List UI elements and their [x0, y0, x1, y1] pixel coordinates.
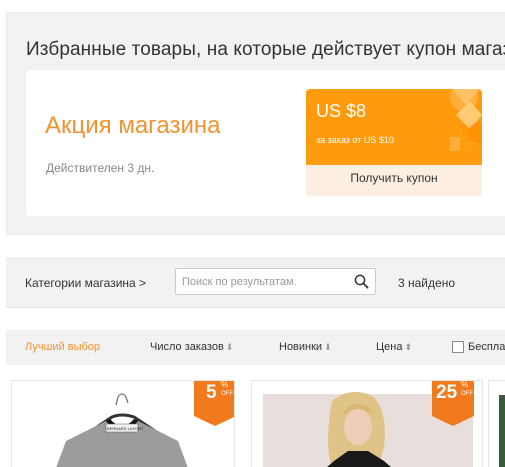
product-card[interactable] — [488, 380, 505, 467]
sort-down-icon: ⬇ — [324, 342, 332, 352]
promo-card: Акция магазина Действителен 3 дн. US $8 … — [26, 70, 505, 216]
sort-down-icon: ⬇ — [225, 342, 234, 352]
store-categories-link[interactable]: Категории магазина > — [25, 276, 146, 290]
discount-value: 25 — [436, 382, 458, 403]
store-search-bar: Категории магазина > 3 найдено — [6, 258, 505, 308]
results-count: 3 найдено — [398, 276, 455, 290]
banner-title: Избранные товары, на которые действует к… — [26, 39, 505, 60]
product-card[interactable]: 25 % OFF — [251, 380, 483, 467]
sort-label: Лучший выбор — [25, 341, 101, 353]
discount-off: OFF — [221, 391, 233, 397]
store-coupon-banner: Избранные товары, на которые действует к… — [6, 12, 505, 235]
discount-value: 5 — [206, 382, 217, 403]
search-box[interactable] — [175, 268, 376, 295]
sort-label: Число заказов — [150, 341, 224, 353]
discount-badge: 5 % OFF — [194, 380, 234, 426]
coupon-decoration-icon — [450, 89, 482, 151]
sort-label: Новинки — [279, 341, 323, 353]
sort-best-match[interactable]: Лучший выбор — [25, 341, 100, 353]
product-card[interactable]: BERNARD LAFONT 5 % OFF — [11, 380, 235, 467]
coupon-value-panel: US $8 за заказ от US $10 — [306, 89, 482, 165]
coupon-condition: за заказ от US $10 — [316, 135, 394, 145]
coupon-divider — [306, 159, 482, 169]
sort-label: Цена — [376, 341, 403, 353]
coupon[interactable]: US $8 за заказ от US $10 Получить купон — [306, 89, 482, 196]
search-icon[interactable] — [354, 274, 369, 289]
search-input[interactable] — [176, 269, 352, 294]
discount-off: OFF — [461, 391, 473, 397]
promo-validity: Действителен 3 дн. — [46, 161, 155, 175]
sort-bar: Лучший выбор Число заказов ⬇ Новинки ⬇ Цен… — [6, 330, 505, 365]
brand-tag-label: BERNARD LAFONT — [107, 426, 144, 431]
free-shipping-label: Беспла — [468, 341, 505, 353]
product-image — [499, 395, 505, 467]
sort-updown-icon: ⬍ — [404, 342, 412, 352]
discount-percent: % — [221, 380, 229, 389]
sort-orders[interactable]: Число заказов ⬇ — [150, 341, 233, 353]
discount-percent: % — [461, 380, 469, 389]
discount-badge: 25 % OFF — [432, 380, 474, 426]
promo-name: Акция магазина — [45, 112, 221, 139]
coupon-amount: US $8 — [316, 101, 367, 121]
free-shipping-checkbox[interactable] — [452, 341, 464, 353]
get-coupon-button[interactable]: Получить купон — [306, 171, 482, 185]
sort-newest[interactable]: Новинки ⬇ — [279, 341, 332, 353]
sort-price[interactable]: Цена ⬍ — [376, 341, 412, 353]
